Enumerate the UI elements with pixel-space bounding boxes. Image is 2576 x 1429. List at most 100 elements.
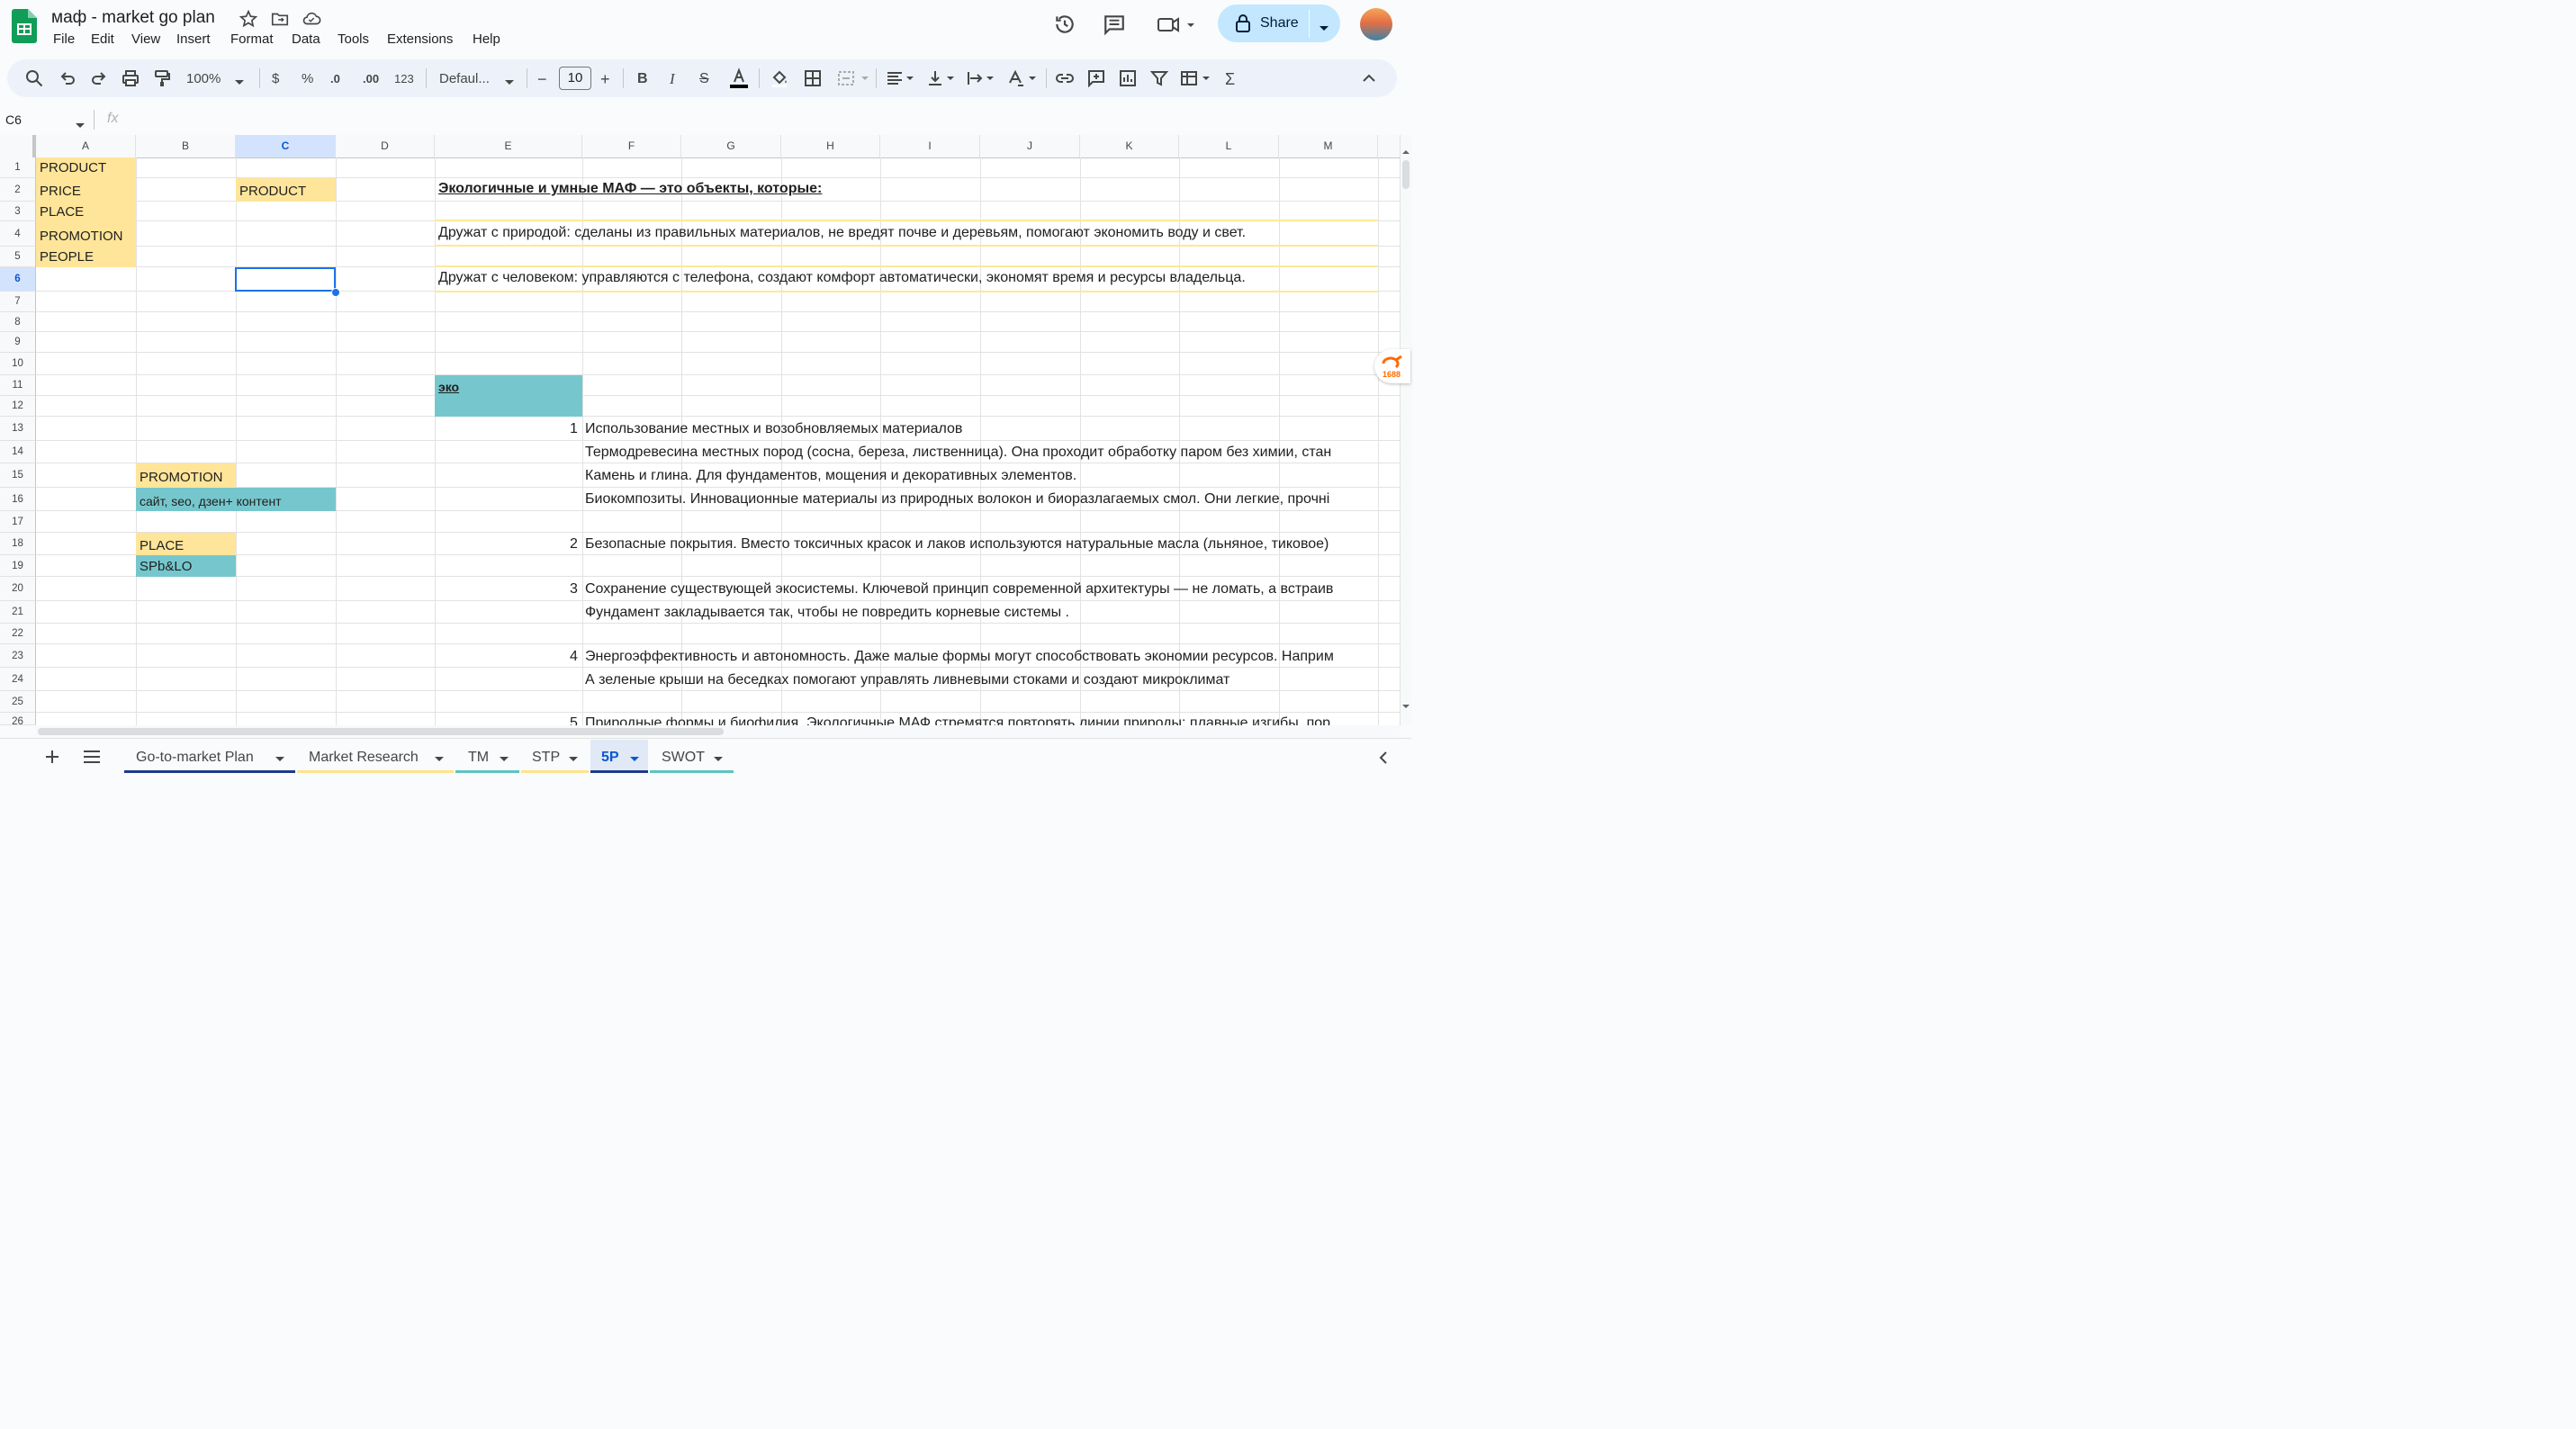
text-rotation-icon[interactable] bbox=[1007, 69, 1038, 87]
cell-a3[interactable]: PLACE bbox=[36, 202, 136, 221]
functions-icon[interactable]: Σ bbox=[1225, 70, 1235, 88]
font-family-select[interactable]: Defaul... bbox=[439, 70, 490, 88]
meet-video-icon[interactable] bbox=[1157, 13, 1196, 36]
cell-e2-heading[interactable]: Экологичные и умные МАФ — это объекты, к… bbox=[438, 181, 822, 197]
row-header[interactable]: 11 bbox=[0, 375, 36, 396]
filter-icon[interactable] bbox=[1149, 69, 1169, 87]
increase-font-size-button[interactable]: + bbox=[600, 70, 610, 88]
strikethrough-button[interactable]: S bbox=[699, 70, 709, 88]
menu-insert[interactable]: Insert bbox=[176, 31, 211, 47]
list-item-text[interactable]: Биокомпозиты. Инновационные материалы из… bbox=[585, 491, 1329, 508]
row-header[interactable]: 21 bbox=[0, 601, 36, 624]
row-header[interactable]: 1 bbox=[0, 157, 36, 178]
comments-icon[interactable] bbox=[1103, 13, 1126, 36]
sheet-tab-tm[interactable]: TM bbox=[455, 740, 519, 773]
row-header[interactable]: 24 bbox=[0, 668, 36, 691]
column-header-i[interactable]: I bbox=[880, 135, 980, 157]
insert-chart-icon[interactable] bbox=[1119, 69, 1137, 87]
row-header[interactable]: 19 bbox=[0, 555, 36, 577]
tab-dropdown-icon[interactable] bbox=[500, 757, 509, 761]
cell-e11-eco[interactable]: эко bbox=[435, 375, 582, 417]
cell-b15[interactable]: PROMOTION bbox=[136, 463, 236, 488]
currency-format-button[interactable]: $ bbox=[272, 70, 279, 88]
increase-decimal-button[interactable]: .00 bbox=[363, 70, 379, 88]
sheet-tab-go-to-market-plan[interactable]: Go-to-market Plan bbox=[124, 740, 295, 773]
column-header-h[interactable]: H bbox=[781, 135, 880, 157]
name-box[interactable]: C6 bbox=[5, 112, 22, 127]
sheets-logo-icon[interactable] bbox=[12, 9, 37, 43]
cell-a4[interactable]: PROMOTION bbox=[36, 221, 136, 247]
document-title[interactable]: маф - market go plan bbox=[51, 8, 215, 28]
decrease-font-size-button[interactable]: − bbox=[537, 70, 547, 88]
tab-dropdown-icon[interactable] bbox=[275, 757, 284, 761]
add-sheet-icon[interactable] bbox=[44, 749, 60, 765]
column-header-e[interactable]: E bbox=[435, 135, 582, 157]
sheet-tab-market-research[interactable]: Market Research bbox=[297, 740, 454, 773]
row-header[interactable]: 23 bbox=[0, 644, 36, 668]
select-all-corner[interactable] bbox=[0, 135, 36, 157]
cell-a1[interactable]: PRODUCT bbox=[36, 157, 136, 178]
font-size-input[interactable]: 10 bbox=[559, 67, 591, 90]
move-folder-icon[interactable] bbox=[270, 9, 290, 29]
column-header-j[interactable]: J bbox=[980, 135, 1080, 157]
row-header[interactable]: 17 bbox=[0, 511, 36, 533]
insert-comment-icon[interactable] bbox=[1087, 69, 1105, 88]
list-item-text[interactable]: Камень и глина. Для фундаментов, мощения… bbox=[585, 468, 1076, 484]
borders-icon[interactable] bbox=[804, 69, 822, 87]
print-icon[interactable] bbox=[122, 69, 140, 87]
menu-view[interactable]: View bbox=[131, 31, 160, 47]
row-header[interactable]: 20 bbox=[0, 577, 36, 601]
star-icon[interactable] bbox=[239, 9, 258, 29]
cell-b16[interactable]: сайт, seo, дзен+ контент bbox=[136, 488, 336, 511]
row-header[interactable]: 8 bbox=[0, 312, 36, 332]
sheet-tab-swot[interactable]: SWOT bbox=[650, 740, 734, 773]
row-header[interactable]: 4 bbox=[0, 221, 36, 247]
row-header[interactable]: 14 bbox=[0, 441, 36, 463]
column-header-k[interactable]: K bbox=[1080, 135, 1179, 157]
avatar[interactable] bbox=[1360, 8, 1392, 40]
list-item-text[interactable]: Природные формы и биофилия. Экологичные … bbox=[585, 715, 1330, 725]
column-header-l[interactable]: L bbox=[1179, 135, 1279, 157]
row-header[interactable]: 10 bbox=[0, 353, 36, 375]
horizontal-scrollbar-thumb[interactable] bbox=[38, 728, 724, 735]
insert-link-icon[interactable] bbox=[1056, 69, 1074, 87]
list-item-text[interactable]: Термодревесина местных пород (сосна, бер… bbox=[585, 445, 1331, 461]
scroll-down-icon[interactable] bbox=[1401, 698, 1410, 708]
text-color-icon[interactable] bbox=[728, 67, 750, 89]
sheet-tab-5p[interactable]: 5P bbox=[590, 740, 648, 773]
list-item-text[interactable]: Фундамент закладывается так, чтобы не по… bbox=[585, 605, 1069, 621]
cell-a2[interactable]: PRICE bbox=[36, 178, 136, 202]
percent-format-button[interactable]: % bbox=[302, 70, 313, 88]
cell-e6[interactable]: Дружат с человеком: управляются с телефо… bbox=[438, 270, 1246, 286]
all-sheets-icon[interactable] bbox=[83, 750, 101, 764]
vertical-scrollbar[interactable] bbox=[1400, 135, 1412, 725]
menu-extensions[interactable]: Extensions bbox=[387, 31, 453, 47]
fill-handle[interactable] bbox=[331, 288, 340, 297]
menu-edit[interactable]: Edit bbox=[91, 31, 114, 47]
tab-dropdown-icon[interactable] bbox=[435, 757, 444, 761]
menu-file[interactable]: File bbox=[53, 31, 75, 47]
undo-icon[interactable] bbox=[59, 69, 77, 87]
collapse-toolbar-icon[interactable] bbox=[1360, 69, 1378, 87]
column-header-b[interactable]: B bbox=[136, 135, 236, 157]
menu-format[interactable]: Format bbox=[230, 31, 274, 47]
active-cell-selection[interactable] bbox=[235, 267, 336, 292]
list-item-text[interactable]: Безопасные покрытия. Вместо токсичных кр… bbox=[585, 536, 1329, 553]
merge-cells-icon[interactable] bbox=[837, 69, 869, 87]
more-formats-button[interactable]: 123 bbox=[394, 70, 414, 88]
row-header[interactable]: 2 bbox=[0, 178, 36, 202]
paint-format-icon[interactable] bbox=[153, 69, 171, 87]
tab-dropdown-icon[interactable] bbox=[569, 757, 578, 761]
bold-button[interactable]: B bbox=[637, 70, 648, 88]
redo-icon[interactable] bbox=[90, 69, 108, 87]
text-wrapping-icon[interactable] bbox=[967, 69, 997, 87]
vertical-scrollbar-thumb[interactable] bbox=[1402, 160, 1410, 189]
cell-c2[interactable]: PRODUCT bbox=[236, 178, 336, 202]
row-header[interactable]: 26 bbox=[0, 713, 36, 725]
tabs-scroll-left-icon[interactable] bbox=[1378, 750, 1389, 765]
zoom-dropdown-icon[interactable] bbox=[234, 75, 245, 85]
cell-b18[interactable]: PLACE bbox=[136, 533, 236, 555]
horizontal-align-icon[interactable] bbox=[887, 69, 917, 87]
list-item-text[interactable]: Сохранение существующей экосистемы. Ключ… bbox=[585, 581, 1333, 598]
formula-input[interactable] bbox=[131, 112, 1391, 129]
